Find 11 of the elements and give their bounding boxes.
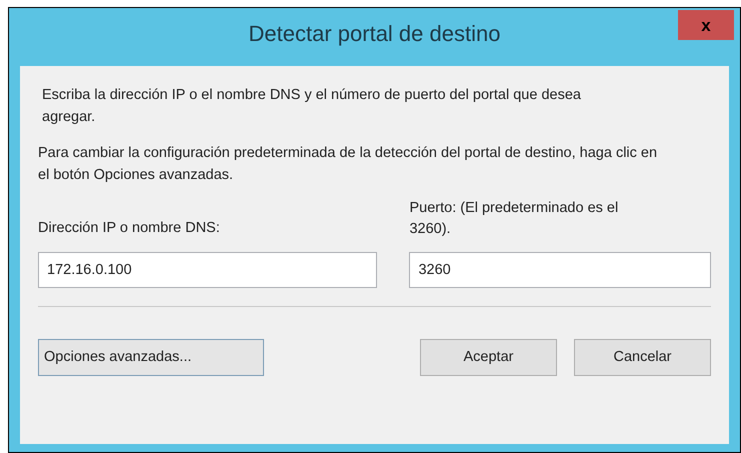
instruction-text: Escriba la dirección IP o el nombre DNS y el número de puerto del portal que desea agregar. <box>41 86 582 127</box>
port-field[interactable]: 3260 <box>409 252 711 288</box>
field-label: Puerto: (El predeterminado es el 3260). <box>409 199 620 239</box>
cancel-button[interactable]: Cancelar <box>574 339 711 376</box>
field-label: Dirección IP o nombre DNS: <box>38 219 221 238</box>
instruction-text: Para cambiar la configuración predeterminada de la detección del portal de destino, haga clic en el botón Opciones avanzadas. <box>38 144 658 185</box>
window-title: Detectar portal de destino <box>248 20 500 48</box>
accept-button[interactable]: Aceptar <box>420 339 557 376</box>
close-button[interactable]: x <box>678 10 734 40</box>
ip-address-field[interactable]: 172.16.0.100 <box>38 252 378 288</box>
advanced-options-button[interactable]: Opciones avanzadas... <box>38 339 264 376</box>
